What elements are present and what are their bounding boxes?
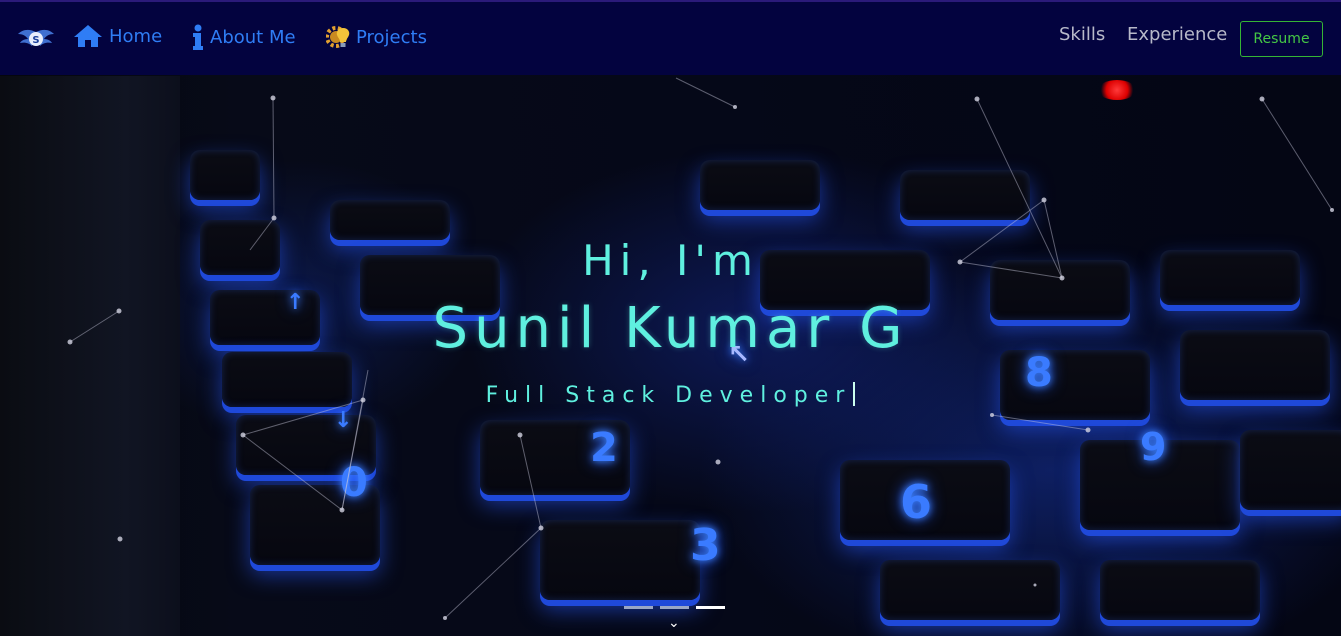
nav-projects[interactable]: Projects bbox=[326, 24, 427, 50]
info-icon bbox=[193, 24, 203, 50]
nav-skills[interactable]: Skills bbox=[1059, 24, 1105, 45]
typing-cursor bbox=[853, 382, 856, 406]
nav-experience[interactable]: Experience bbox=[1127, 24, 1227, 45]
nav-about-me-label: About Me bbox=[210, 26, 296, 48]
top-navbar: S Home About Me Projects Skills Experien… bbox=[0, 0, 1341, 75]
nav-about-me[interactable]: About Me bbox=[192, 24, 296, 50]
carousel-indicators bbox=[624, 606, 725, 609]
carousel-indicator[interactable] bbox=[624, 606, 653, 609]
hero-role: Full Stack Developer bbox=[485, 383, 852, 408]
nav-home[interactable]: Home bbox=[73, 24, 162, 48]
carousel-indicator[interactable] bbox=[660, 606, 689, 609]
hero-role-line: Full Stack Developer bbox=[0, 382, 1341, 408]
hero-greeting: Hi, I'm bbox=[582, 236, 759, 285]
nav-projects-label: Projects bbox=[356, 26, 427, 48]
carousel-indicator-active[interactable] bbox=[696, 606, 725, 609]
home-icon bbox=[74, 25, 102, 47]
svg-text:S: S bbox=[32, 35, 39, 46]
chevron-down-icon[interactable]: ⌄ bbox=[668, 615, 680, 631]
winged-s-logo-icon[interactable]: S bbox=[18, 26, 54, 52]
resume-button[interactable]: Resume bbox=[1240, 21, 1323, 57]
lightbulb-gear-icon bbox=[326, 26, 350, 48]
nav-home-label: Home bbox=[109, 25, 163, 47]
hero-name: Sunil Kumar G bbox=[432, 296, 909, 361]
